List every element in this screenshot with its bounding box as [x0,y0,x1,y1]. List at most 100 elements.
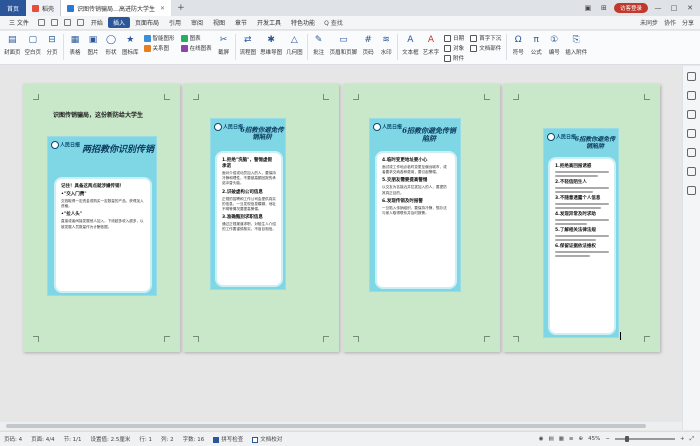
table-button[interactable]: ▦ 表格 [66,34,84,56]
cover-page-button[interactable]: ▤ 封面页 [2,34,23,56]
smart-graphic-button[interactable]: 智能图形 [143,34,175,42]
print-icon[interactable] [50,19,58,26]
header-footer-button[interactable]: ▭ 页眉和页脚 [328,34,360,56]
text-line [555,191,593,193]
poster-3[interactable]: 人民日报 6招教你避免传销陷阱 4.临时变更地址要小心 面试或工作地点临时变更至… [369,118,461,292]
menu-chapter[interactable]: 章节 [230,16,252,30]
close-window-button[interactable]: ✕ [684,4,696,12]
textbox-button[interactable]: A 文本框 [400,34,421,56]
page-number-status[interactable]: 页码: 4 [4,435,22,443]
eye-icon[interactable]: ◉ [539,436,544,442]
save-icon[interactable] [37,19,45,26]
format-icon[interactable] [687,91,696,100]
collaborate-button[interactable]: 协作 [664,18,676,27]
screenshot-button[interactable]: ✂ 截屏 [215,34,233,56]
date-button[interactable]: 日期 [444,34,464,42]
comment-button[interactable]: ✎ 批注 [310,34,328,56]
file-menu[interactable]: 三 文件 [4,16,34,30]
scrollbar-thumb[interactable] [6,424,646,428]
dropcap-button[interactable]: 首字下沉 [470,34,501,42]
menu-references[interactable]: 引用 [164,16,186,30]
formula-button[interactable]: π 公式 [527,34,545,56]
doc-parts-button[interactable]: 文档部件 [470,44,501,52]
tab-daoke[interactable]: 稻壳 [26,0,62,16]
zoom-slider[interactable] [614,436,675,442]
insert-attachment-button[interactable]: ⎘ 插入附件 [563,34,589,56]
page-count-status[interactable]: 页面: 4/4 [31,435,54,443]
menu-view[interactable]: 视图 [208,16,230,30]
menu-start[interactable]: 开始 [86,16,108,30]
page-2[interactable]: 人民日报 6招教你避免传销陷阱 1.拒绝"洗脑"，警惕虚假承诺 面对介绍或动员加… [183,84,339,352]
style-panel-icon[interactable] [687,72,696,81]
menu-review[interactable]: 审阅 [186,16,208,30]
close-tab-icon[interactable]: ✕ [160,5,165,12]
settings-value-status: 设置值: 2.5厘米 [90,437,131,443]
zoom-level[interactable]: 45% [588,436,600,442]
page-number-button[interactable]: # 页码 [359,34,377,56]
settings-icon[interactable] [687,186,696,195]
menu-page-layout[interactable]: 页面布局 [130,16,164,30]
text-line [555,187,609,189]
share-button[interactable]: 分享 [682,18,694,27]
history-icon[interactable] [687,167,696,176]
shapes-icon[interactable] [687,148,696,157]
symbol-button[interactable]: Ω 符号 [509,34,527,56]
globe-icon[interactable]: ⊕ [579,436,584,442]
redo-icon[interactable] [76,19,84,26]
blank-page-button[interactable]: ▢ 空白页 [23,34,44,56]
mindmap-button[interactable]: ✱ 思维导图 [258,34,284,56]
numbering-button[interactable]: ① 编号 [545,34,563,56]
proofread-button[interactable]: 文档校对 [252,435,282,443]
login-button[interactable]: 访客登录 [613,3,648,13]
page-1[interactable]: 识图传销骗局，这份新防给大学生 人民日报 两招教你识别传销 记住！具备这两点就涉… [23,84,180,352]
document-workspace[interactable]: 识图传销骗局，这份新防给大学生 人民日报 两招教你识别传销 记住！具备这两点就涉… [0,66,682,430]
undo-icon[interactable] [63,19,71,26]
search-command[interactable]: Q 查找 [324,18,343,27]
edit-icon[interactable] [687,129,696,138]
insert-attachment-icon: ⎘ [572,35,580,45]
smart-graphic-icon [143,34,151,42]
zoom-in-button[interactable]: + [680,436,685,442]
watermark-button[interactable]: ≋ 水印 [377,34,395,56]
page-break-button[interactable]: ⊟ 分页 [43,34,61,56]
page-4[interactable]: 人民日报 6招教你避免传销陷阱 1.拒绝高回报诱惑 2.不轻信陌生人 3.不随意… [503,84,660,352]
attachment-button[interactable]: 附件 [444,54,464,62]
minimize-button[interactable]: — [652,4,664,12]
wordart-button[interactable]: A 艺术字 [421,34,442,56]
spell-check-toggle[interactable]: 拼写检查 [213,435,243,443]
grid-icon[interactable]: ⊞ [598,4,610,12]
layout-icon[interactable]: ▣ [582,4,594,12]
icon-library-button[interactable]: ★ 图标库 [120,34,141,56]
word-count-status[interactable]: 字数: 16 [183,435,205,443]
relation-graph-button[interactable]: 关系图 [143,44,175,52]
picture-button[interactable]: ▣ 图片 [84,34,102,56]
poster-1[interactable]: 人民日报 两招教你识别传销 记住！具备这两点就涉嫌传销！ •"交入门费" 交钱取… [47,136,157,296]
fit-page-icon[interactable]: ⤢ [690,436,694,443]
menu-insert[interactable]: 插入 [107,17,130,28]
object-button[interactable]: 对象 [444,44,464,52]
web-view-icon[interactable]: ▦ [559,436,564,442]
sync-status[interactable]: 未同步 [640,18,658,27]
poster-4[interactable]: 人民日报 6招教你避免传销陷阱 1.拒绝高回报诱惑 2.不轻信陌生人 3.不随意… [543,128,619,338]
outline-view-icon[interactable]: ≡ [569,436,574,442]
shape-button[interactable]: ◯ 形状 [102,34,120,56]
zoom-slider-knob[interactable] [624,436,629,442]
geometry-button[interactable]: △ 几何图 [284,34,305,56]
maximize-button[interactable]: □ [668,4,680,12]
horizontal-scrollbar[interactable] [0,422,682,430]
poster-2[interactable]: 人民日报 6招教你避免传销陷阱 1.拒绝"洗脑"，警惕虚假承诺 面对介绍或动员加… [210,118,286,290]
page-view-icon[interactable]: ▤ [549,436,554,442]
margin-corner [164,336,170,342]
select-icon[interactable] [687,110,696,119]
numbering-icon: ① [550,35,559,45]
online-chart-button[interactable]: 在线图表 [180,44,212,52]
menu-developer[interactable]: 开发工具 [252,16,286,30]
flowchart-button[interactable]: ⇄ 流程图 [238,34,259,56]
tab-document[interactable]: 识图传销骗局…高进防大学生 ✕ [61,0,172,16]
menu-features[interactable]: 特色功能 [286,16,320,30]
chart-button[interactable]: 图表 [180,34,212,42]
tab-home[interactable]: 首页 [0,0,26,16]
zoom-out-button[interactable]: − [605,436,610,442]
add-tab-button[interactable]: + [171,0,191,16]
page-3[interactable]: 人民日报 6招教你避免传销陷阱 4.临时变更地址要小心 面试或工作地点临时变更至… [343,84,500,352]
